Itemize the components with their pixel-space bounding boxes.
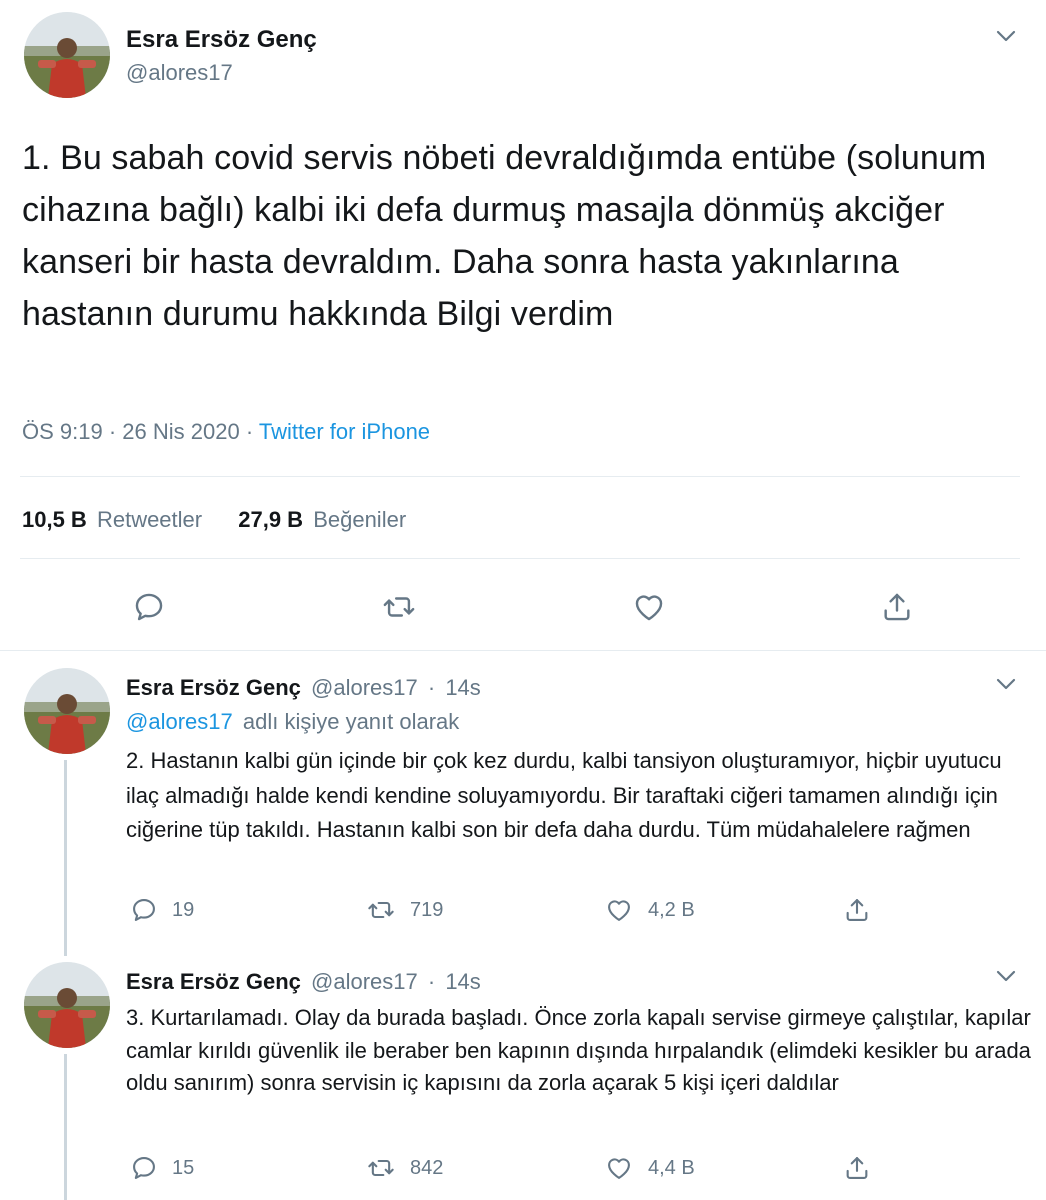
meta-separator: · (239, 419, 259, 444)
meta-dot: · (427, 969, 436, 994)
author-handle[interactable]: @alores17 (311, 675, 418, 700)
retweet-button[interactable] (382, 590, 416, 624)
avatar[interactable] (24, 962, 110, 1048)
reply-to-handle[interactable]: @alores17 (126, 709, 233, 734)
reply-button[interactable] (132, 590, 166, 624)
tweet-date[interactable]: 26 Nis 2020 (122, 419, 239, 444)
share-icon (884, 593, 910, 621)
reply-header: Esra Ersöz Genç @alores17 · 14s (126, 968, 481, 996)
chevron-down-icon[interactable] (994, 674, 1018, 694)
reply-icon (135, 593, 163, 621)
tweet-text: 1. Bu sabah covid servis nöbeti devraldı… (22, 139, 987, 333)
reply-count: 15 (172, 1156, 195, 1179)
tweet-meta: ÖS 9:19 · 26 Nis 2020 · Twitter for iPho… (22, 418, 430, 446)
reply-icon (133, 899, 155, 921)
heart-icon (608, 900, 630, 921)
retweet-count: 842 (410, 1156, 444, 1179)
share-icon (846, 899, 868, 921)
avatar-image (24, 12, 110, 98)
tweet-text: 2. Hastanın kalbi gün içinde bir çok kez… (126, 748, 1002, 842)
author-name[interactable]: Esra Ersöz Genç (126, 26, 317, 54)
share-button[interactable] (842, 1154, 872, 1182)
retweet-stat[interactable]: 10,5 B Retweetler (22, 507, 208, 532)
share-button[interactable] (880, 590, 914, 624)
tweet-time[interactable]: ÖS 9:19 (22, 419, 103, 444)
meta-dot: · (427, 675, 436, 700)
retweet-count: 10,5 B (22, 507, 87, 532)
like-button[interactable]: 4,4 B (604, 1154, 695, 1182)
like-label: Beğeniler (313, 507, 407, 532)
author-name[interactable]: Esra Ersöz Genç (126, 675, 301, 700)
tweet-source[interactable]: Twitter for iPhone (259, 419, 430, 444)
like-button[interactable]: 4,2 B (604, 896, 695, 924)
retweet-button[interactable]: 719 (366, 896, 443, 924)
like-count: 4,4 B (648, 1156, 695, 1179)
reply-header: Esra Ersöz Genç @alores17 · 14s (126, 674, 481, 702)
reply-count: 19 (172, 898, 195, 921)
reply-context: @alores17 adlı kişiye yanıt olarak (126, 708, 459, 736)
tweet-age[interactable]: 14s (445, 675, 480, 700)
divider (0, 650, 1046, 651)
retweet-label: Retweetler (96, 507, 203, 532)
share-icon (846, 1157, 868, 1179)
reply-button[interactable]: 15 (130, 1154, 194, 1182)
avatar-image (24, 962, 110, 1048)
divider (20, 476, 1020, 477)
retweet-icon (383, 597, 415, 617)
divider (20, 558, 1020, 559)
avatar[interactable] (24, 12, 110, 98)
chevron-down-icon[interactable] (994, 26, 1018, 46)
avatar[interactable] (24, 668, 110, 754)
reply-to-suffix: adlı kişiye yanıt olarak (242, 709, 460, 734)
thread-line (64, 1054, 67, 1200)
chevron-down-icon[interactable] (994, 966, 1018, 986)
reply-button[interactable]: 19 (130, 896, 194, 924)
tweet-stats: 10,5 B Retweetler 27,9 B Beğeniler (22, 506, 406, 534)
like-stat[interactable]: 27,9 B Beğeniler (238, 507, 406, 532)
retweet-button[interactable]: 842 (366, 1154, 443, 1182)
thread-line (64, 760, 67, 956)
tweet-age[interactable]: 14s (445, 969, 480, 994)
reply-icon (133, 1157, 155, 1179)
retweet-count: 719 (410, 898, 444, 921)
like-count: 4,2 B (648, 898, 695, 921)
author-name[interactable]: Esra Ersöz Genç (126, 969, 301, 994)
like-count: 27,9 B (238, 507, 304, 532)
share-button[interactable] (842, 896, 872, 924)
meta-separator: · (102, 419, 123, 444)
heart-icon (608, 1158, 630, 1179)
tweet-text: 3. Kurtarılamadı. Olay da burada başladı… (126, 1005, 1031, 1095)
like-button[interactable] (632, 590, 666, 624)
heart-icon (635, 595, 663, 621)
author-handle[interactable]: @alores17 (126, 60, 233, 86)
retweet-icon (368, 901, 394, 919)
author-handle[interactable]: @alores17 (311, 969, 418, 994)
retweet-icon (368, 1159, 394, 1177)
avatar-image (24, 668, 110, 754)
